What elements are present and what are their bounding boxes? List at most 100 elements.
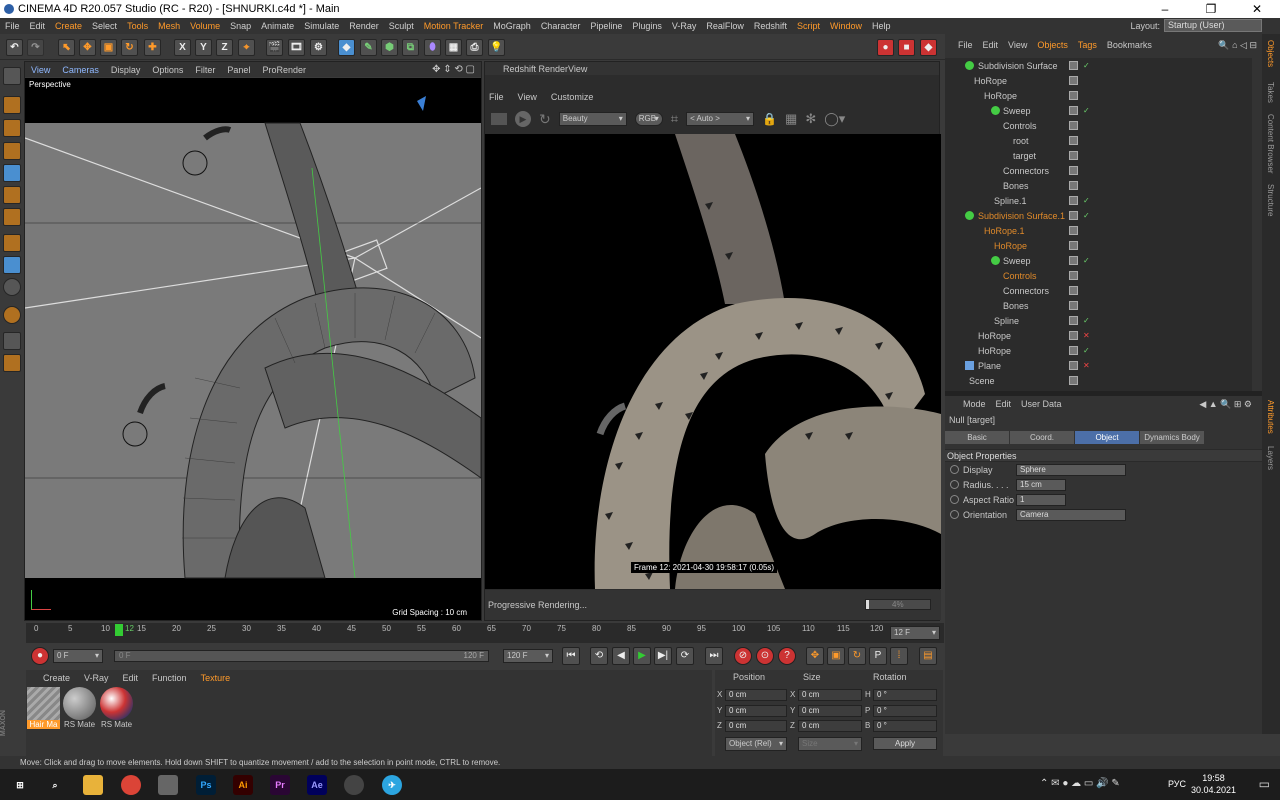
rotation-p-field[interactable]: 0 ° <box>873 705 937 717</box>
renderview-menu-customize[interactable]: Customize <box>551 92 602 102</box>
snap-icon[interactable] <box>3 278 21 296</box>
rgb-dropdown[interactable]: RGB <box>634 112 663 126</box>
mat-menu-create[interactable]: Create <box>43 673 70 683</box>
workplane-icon[interactable] <box>3 142 21 160</box>
illustrator-icon[interactable]: Ai <box>233 775 253 795</box>
y-axis-lock-icon[interactable]: Y <box>195 39 212 56</box>
object-row[interactable]: Controls <box>945 118 1252 133</box>
viewport-menu-display[interactable]: Display <box>105 65 147 75</box>
menu-mograph[interactable]: MoGraph <box>488 21 536 31</box>
mat-menu-function[interactable]: Function <box>152 673 187 683</box>
auto-dropdown[interactable]: < Auto > <box>686 112 755 126</box>
notifications-icon[interactable]: ▭ <box>1259 777 1270 791</box>
size-mode-dropdown[interactable]: Size <box>798 737 862 751</box>
menu-character[interactable]: Character <box>536 21 586 31</box>
renderview-menu-file[interactable]: File <box>489 92 512 102</box>
om-menu-tags[interactable]: Tags <box>1073 40 1102 50</box>
redshift-render-icon[interactable]: ● <box>877 39 894 56</box>
rotate-tool-icon[interactable]: ↻ <box>121 39 138 56</box>
prev-key-icon[interactable]: ⟲ <box>590 647 608 665</box>
rotation-b-field[interactable]: 0 ° <box>873 720 937 732</box>
maximize-button[interactable]: ❐ <box>1188 2 1234 16</box>
object-row[interactable]: Sweep ✓ <box>945 103 1252 118</box>
menu-motion-tracker[interactable]: Motion Tracker <box>419 21 489 31</box>
lock-icon[interactable]: 🔒 <box>762 112 777 126</box>
viewport-menu-view[interactable]: View <box>25 65 56 75</box>
x-axis-lock-icon[interactable]: X <box>174 39 191 56</box>
side-tab-layers[interactable]: Layers <box>1266 446 1275 470</box>
scale-key-icon[interactable]: ▣ <box>827 647 845 665</box>
recent-tool-icon[interactable]: ✚ <box>144 39 161 56</box>
minimize-button[interactable]: – <box>1142 2 1188 16</box>
menu-help[interactable]: Help <box>867 21 896 31</box>
goto-end-icon[interactable]: ⏭ <box>705 647 723 665</box>
position-y-field[interactable]: 0 cm <box>725 705 787 717</box>
size-y-field[interactable]: 0 cm <box>798 705 862 717</box>
viewport-nav-icons[interactable]: ✥ ⇕ ⟲ ▢ <box>426 64 481 75</box>
scale-tool-icon[interactable]: ▣ <box>100 39 117 56</box>
tab-dynamics-body[interactable]: Dynamics Body <box>1140 431 1204 444</box>
object-row[interactable]: Spline ✓ <box>945 313 1252 328</box>
deformer-icon[interactable]: ⬮ <box>424 39 441 56</box>
circle-option-icon[interactable]: ◯▾ <box>824 111 845 127</box>
render-picture-viewer-icon[interactable]: 🎞 <box>288 39 305 56</box>
object-row[interactable]: Subdivision Surface ✓ <box>945 58 1252 73</box>
redshift-material-icon[interactable]: ◆ <box>920 39 937 56</box>
om-menu-bookmarks[interactable]: Bookmarks <box>1102 40 1157 50</box>
object-row[interactable]: Controls <box>945 268 1252 283</box>
photoshop-icon[interactable]: Ps <box>196 775 216 795</box>
tab-coord[interactable]: Coord. <box>1010 431 1074 444</box>
attr-nav-icons[interactable]: ◀ ▲ 🔍 ⊞ ⚙ <box>1199 399 1252 410</box>
play-icon[interactable]: ▶ <box>633 647 651 665</box>
perspective-viewport[interactable]: View Cameras Display Options Filter Pane… <box>24 61 482 621</box>
app-icon[interactable] <box>158 775 178 795</box>
chrome-icon[interactable] <box>121 775 141 795</box>
rotation-key-icon[interactable]: ↻ <box>848 647 866 665</box>
after-effects-icon[interactable]: Ae <box>307 775 327 795</box>
object-row[interactable]: Plane ✕ <box>945 358 1252 373</box>
menu-edit[interactable]: Edit <box>25 21 51 31</box>
axis-mode-icon[interactable] <box>3 234 21 252</box>
redshift-ipr-icon[interactable]: ■ <box>898 39 915 56</box>
object-row[interactable]: HoRope ✕ <box>945 328 1252 343</box>
position-z-field[interactable]: 0 cm <box>725 720 787 732</box>
object-list[interactable]: Subdivision Surface ✓ HoRope HoRope Sweep… <box>945 58 1252 391</box>
z-axis-lock-icon[interactable]: Z <box>216 39 233 56</box>
refresh-icon[interactable]: ↻ <box>539 111 551 128</box>
object-row[interactable]: Spline.1 ✓ <box>945 193 1252 208</box>
material-swatch[interactable]: RS Mate <box>100 687 133 730</box>
side-tab-content-browser[interactable]: Content Browser <box>1266 114 1275 174</box>
grid-icon[interactable]: ▦ <box>785 111 797 127</box>
premiere-icon[interactable]: Pr <box>270 775 290 795</box>
search-icon[interactable]: ⌕ <box>45 775 65 795</box>
menu-animate[interactable]: Animate <box>256 21 299 31</box>
menu-render[interactable]: Render <box>344 21 384 31</box>
freeze-icon[interactable]: ✻ <box>805 111 816 127</box>
object-row[interactable]: Connectors <box>945 163 1252 178</box>
object-row[interactable]: Scene <box>945 373 1252 388</box>
keyboard-language[interactable]: РУС <box>1168 779 1186 789</box>
menu-realflow[interactable]: RealFlow <box>701 21 749 31</box>
coord-mode-dropdown[interactable]: Object (Rel) <box>725 737 787 751</box>
menu-volume[interactable]: Volume <box>185 21 225 31</box>
model-mode-icon[interactable] <box>3 96 21 114</box>
menu-redshift[interactable]: Redshift <box>749 21 792 31</box>
size-z-field[interactable]: 0 cm <box>798 720 862 732</box>
menu-create[interactable]: Create <box>50 21 87 31</box>
mat-menu-vray[interactable]: V-Ray <box>84 673 109 683</box>
menu-simulate[interactable]: Simulate <box>299 21 344 31</box>
telegram-icon[interactable]: ✈ <box>382 775 402 795</box>
object-row[interactable]: HoRope ✓ <box>945 343 1252 358</box>
floor-icon[interactable]: ▦ <box>445 39 462 56</box>
next-frame-icon[interactable]: ▶| <box>654 647 672 665</box>
make-editable-icon[interactable] <box>3 67 21 85</box>
viewport-menu-panel[interactable]: Panel <box>221 65 256 75</box>
render-view-icon[interactable]: 🎬 <box>266 39 283 56</box>
pla-key-icon[interactable]: ⁞ <box>890 647 908 665</box>
om-menu-view[interactable]: View <box>1003 40 1032 50</box>
om-menu-objects[interactable]: Objects <box>1032 40 1073 50</box>
menu-file[interactable]: File <box>0 21 25 31</box>
aov-dropdown[interactable]: Beauty <box>558 112 627 126</box>
close-button[interactable]: ✕ <box>1234 2 1280 16</box>
orientation-dropdown[interactable]: Camera <box>1016 508 1126 521</box>
